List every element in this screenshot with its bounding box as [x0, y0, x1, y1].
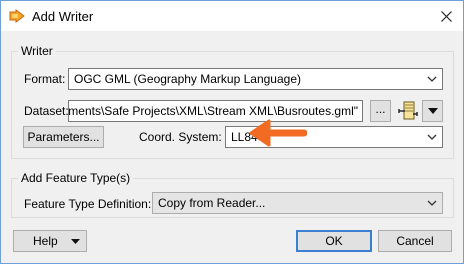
- dataset-options-button[interactable]: [422, 100, 443, 122]
- dataset-field[interactable]: ments\Safe Projects\XML\Stream XML\Busro…: [68, 100, 363, 122]
- connection-button[interactable]: [396, 99, 420, 123]
- feature-type-group-label: Add Feature Type(s): [18, 171, 134, 185]
- chevron-down-icon: [427, 134, 437, 140]
- writer-group-label: Writer: [18, 44, 56, 58]
- chevron-down-icon: [427, 76, 437, 82]
- dialog-title: Add Writer: [32, 9, 94, 24]
- parameters-button[interactable]: Parameters...: [23, 126, 104, 148]
- format-value: OGC GML (Geography Markup Language): [74, 72, 301, 86]
- feature-type-def-select[interactable]: Copy from Reader...: [152, 192, 443, 214]
- format-label: Format:: [24, 72, 66, 86]
- feature-type-def-label: Feature Type Definition:: [24, 197, 152, 211]
- database-connection-icon: [398, 101, 418, 120]
- annotation-arrow: [249, 119, 307, 147]
- title-bar: Add Writer: [1, 1, 463, 31]
- format-select[interactable]: OGC GML (Geography Markup Language): [68, 68, 443, 90]
- help-button-label: Help: [33, 234, 58, 248]
- close-button[interactable]: [429, 1, 463, 31]
- close-icon: [440, 10, 452, 22]
- triangle-down-icon: [427, 108, 438, 114]
- browse-button[interactable]: ...: [370, 100, 391, 122]
- feature-type-def-value: Copy from Reader...: [158, 196, 266, 210]
- add-writer-dialog: Add Writer Writer Format: OGC GML (Geogr…: [0, 0, 464, 264]
- help-button[interactable]: Help: [13, 230, 87, 252]
- dataset-label: Dataset:: [24, 104, 69, 118]
- ok-button[interactable]: OK: [296, 230, 372, 252]
- triangle-down-icon: [70, 238, 80, 244]
- chevron-down-icon: [427, 200, 437, 206]
- coord-system-label: Coord. System:: [139, 130, 222, 144]
- dataset-value: ments\Safe Projects\XML\Stream XML\Busro…: [68, 104, 358, 118]
- fme-app-icon: [9, 9, 25, 23]
- cancel-button[interactable]: Cancel: [378, 230, 452, 252]
